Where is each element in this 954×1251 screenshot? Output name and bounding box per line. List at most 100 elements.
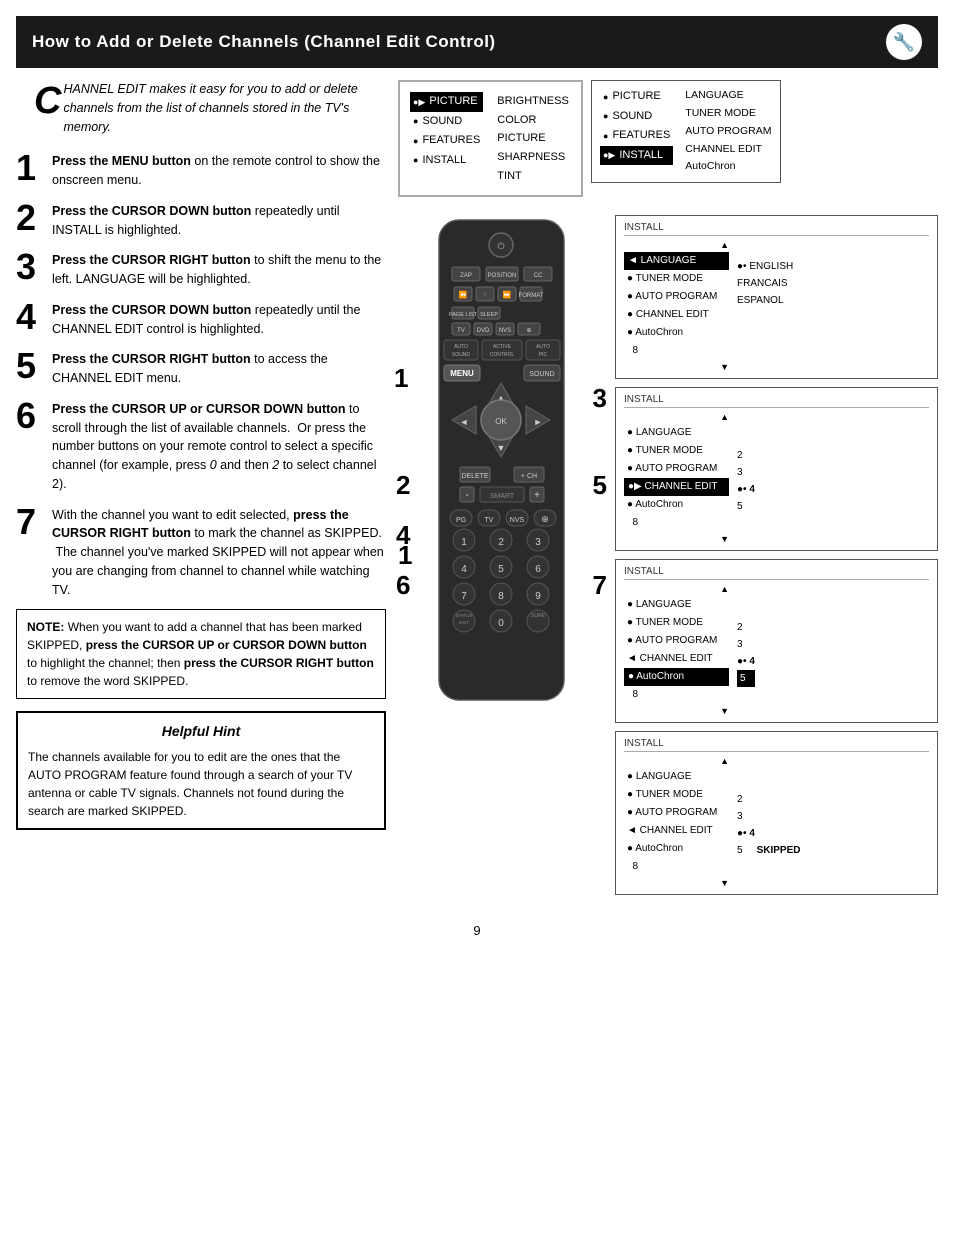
step-7-text: With the channel you want to edit select… <box>52 504 386 600</box>
s3-francais: FRANCAIS <box>737 275 793 292</box>
main-content: C HANNEL EDIT makes it easy for you to a… <box>0 68 954 907</box>
screen1: ●▶ PICTURE ● SOUND ● FEATURES ● INSTALL <box>398 80 583 197</box>
intro-text: C HANNEL EDIT makes it easy for you to a… <box>16 80 386 136</box>
step-7-number: 7 <box>16 504 44 540</box>
screen2-content: ● PICTURE ● SOUND ● FEATURES ●▶ INSTALL … <box>600 87 772 176</box>
screen5-up: ▲ <box>624 584 729 594</box>
step-5-bold: Press the CURSOR RIGHT button <box>52 352 251 366</box>
step-4-bold: Press the CURSOR DOWN button <box>52 303 251 317</box>
svg-text:CONTROL: CONTROL <box>490 352 515 358</box>
svg-text:5: 5 <box>498 564 504 575</box>
step-1: 1 Press the MENU button on the remote co… <box>16 150 386 190</box>
step-5-text: Press the CURSOR RIGHT button to access … <box>52 348 386 388</box>
svg-text:▼: ▼ <box>497 443 506 453</box>
svg-text:0: 0 <box>498 618 504 629</box>
s6-3: 3 <box>737 808 800 825</box>
s6-blank1 <box>737 774 800 791</box>
screen6-right: 2 3 ●• 4 5 SKIPPED <box>737 756 800 888</box>
screen4-title: INSTALL <box>624 394 929 408</box>
svg-text:MENU: MENU <box>450 369 474 378</box>
s4-blank1 <box>737 430 755 447</box>
svg-text:NVS: NVS <box>499 328 511 334</box>
s2-picture: ● PICTURE <box>600 87 673 107</box>
step-2-number: 2 <box>16 200 44 236</box>
screen5: INSTALL ▲ ● LANGUAGE ● TUNER MODE ● AUTO… <box>615 559 938 723</box>
s6-auto: ● AUTO PROGRAM <box>624 804 729 822</box>
screen5-right: 2 3 ●• 4 5 <box>737 584 755 716</box>
step-side-labels: 1 <box>398 215 420 895</box>
step-4-number: 4 <box>16 299 44 335</box>
svg-text:OK: OK <box>495 417 507 426</box>
s6-autochron: ● AutoChron <box>624 840 729 858</box>
screen1-left: ●▶ PICTURE ● SOUND ● FEATURES ● INSTALL <box>410 92 483 185</box>
svg-text:►: ► <box>534 417 543 427</box>
step-4-text: Press the CURSOR DOWN button repeatedly … <box>52 299 386 339</box>
screen6-up: ▲ <box>624 756 729 766</box>
svg-text:DVD: DVD <box>477 328 490 334</box>
step-overlay-7: 7 <box>593 570 607 601</box>
s3-tuner: ● TUNER MODE <box>624 270 729 288</box>
svg-text:STATUS: STATUS <box>455 613 472 618</box>
step-6-bold: Press the CURSOR UP or CURSOR DOWN butto… <box>52 402 346 416</box>
svg-text:TV: TV <box>485 517 494 524</box>
svg-text:+ CH: + CH <box>521 473 537 480</box>
s4-language: ● LANGUAGE <box>624 424 729 442</box>
svg-text:FORMAT: FORMAT <box>519 293 544 299</box>
screen3-left: ▲ ◄ LANGUAGE ● TUNER MODE ● AUTO PROGRAM… <box>624 240 729 372</box>
s2-sound: ● SOUND <box>600 107 673 127</box>
s5-3: 3 <box>737 636 755 653</box>
step-1-number: 1 <box>16 150 44 186</box>
menu-item-picture-highlighted: ●▶ PICTURE <box>410 92 483 112</box>
s4-channel-edit: ●▶ CHANNEL EDIT <box>624 478 729 496</box>
svg-text:NVS: NVS <box>510 517 525 524</box>
s4-tuner: ● TUNER MODE <box>624 442 729 460</box>
step-3-text: Press the CURSOR RIGHT button to shift t… <box>52 249 386 289</box>
opt-tint: TINT <box>497 167 569 186</box>
screen3: INSTALL ▲ ◄ LANGUAGE ● TUNER MODE ● AUTO… <box>615 215 938 379</box>
note-text: When you want to add a channel that has … <box>27 620 374 688</box>
svg-text:3: 3 <box>535 537 541 548</box>
svg-text:POSITION: POSITION <box>488 273 517 279</box>
svg-text:DELETE: DELETE <box>461 473 489 480</box>
screen2-right: LANGUAGE TUNER MODE AUTO PROGRAM CHANNEL… <box>685 87 771 176</box>
s2-auto: AUTO PROGRAM <box>685 123 771 141</box>
svg-text:SOUND: SOUND <box>529 371 554 378</box>
step-5: 5 Press the CURSOR RIGHT button to acces… <box>16 348 386 388</box>
screen5-left: ▲ ● LANGUAGE ● TUNER MODE ● AUTO PROGRAM… <box>624 584 729 716</box>
s3-8: 8 <box>624 342 729 360</box>
svg-text:7: 7 <box>461 591 467 602</box>
svg-text:9: 9 <box>535 591 541 602</box>
s5-2: 2 <box>737 619 755 636</box>
screen6-content: ▲ ● LANGUAGE ● TUNER MODE ● AUTO PROGRAM… <box>624 756 929 888</box>
s5-language: ● LANGUAGE <box>624 596 729 614</box>
s5-4: ●• 4 <box>737 653 755 670</box>
intro-body: HANNEL EDIT makes it easy for you to add… <box>63 82 357 134</box>
note-label: NOTE: <box>27 620 64 634</box>
small-screens-col: INSTALL ▲ ◄ LANGUAGE ● TUNER MODE ● AUTO… <box>583 215 938 895</box>
helpful-hint-box: Helpful Hint The channels available for … <box>16 711 386 830</box>
svg-text:SOUND: SOUND <box>452 352 470 358</box>
screen2-left: ● PICTURE ● SOUND ● FEATURES ●▶ INSTALL <box>600 87 673 176</box>
s3-auto: ● AUTO PROGRAM <box>624 288 729 306</box>
s3-autochron: ● AutoChron <box>624 324 729 342</box>
s5-tuner: ● TUNER MODE <box>624 614 729 632</box>
opt-brightness: BRIGHTNESS <box>497 92 569 111</box>
page-title: How to Add or Delete Channels (Channel E… <box>32 32 496 52</box>
s5-auto: ● AUTO PROGRAM <box>624 632 729 650</box>
s4-4: ●• 4 <box>737 481 755 498</box>
screen6-down: ▼ <box>624 878 729 888</box>
step-overlay-2: 2 <box>396 470 410 501</box>
screen5-title: INSTALL <box>624 566 929 580</box>
svg-text:SMART: SMART <box>490 493 515 500</box>
screen3-title: INSTALL <box>624 222 929 236</box>
step-3-bold: Press the CURSOR RIGHT button <box>52 253 251 267</box>
screen4-content: ▲ ● LANGUAGE ● TUNER MODE ● AUTO PROGRAM… <box>624 412 929 544</box>
menu-item-features: ● FEATURES <box>410 131 483 151</box>
s2-channel: CHANNEL EDIT <box>685 141 771 159</box>
step-4: 4 Press the CURSOR DOWN button repeatedl… <box>16 299 386 339</box>
s5-5: 5 <box>737 670 755 687</box>
svg-text:EXIT: EXIT <box>459 620 469 625</box>
step-2-bold: Press the CURSOR DOWN button <box>52 204 251 218</box>
step-overlay-1: 1 <box>394 363 408 394</box>
s2-tuner: TUNER MODE <box>685 105 771 123</box>
